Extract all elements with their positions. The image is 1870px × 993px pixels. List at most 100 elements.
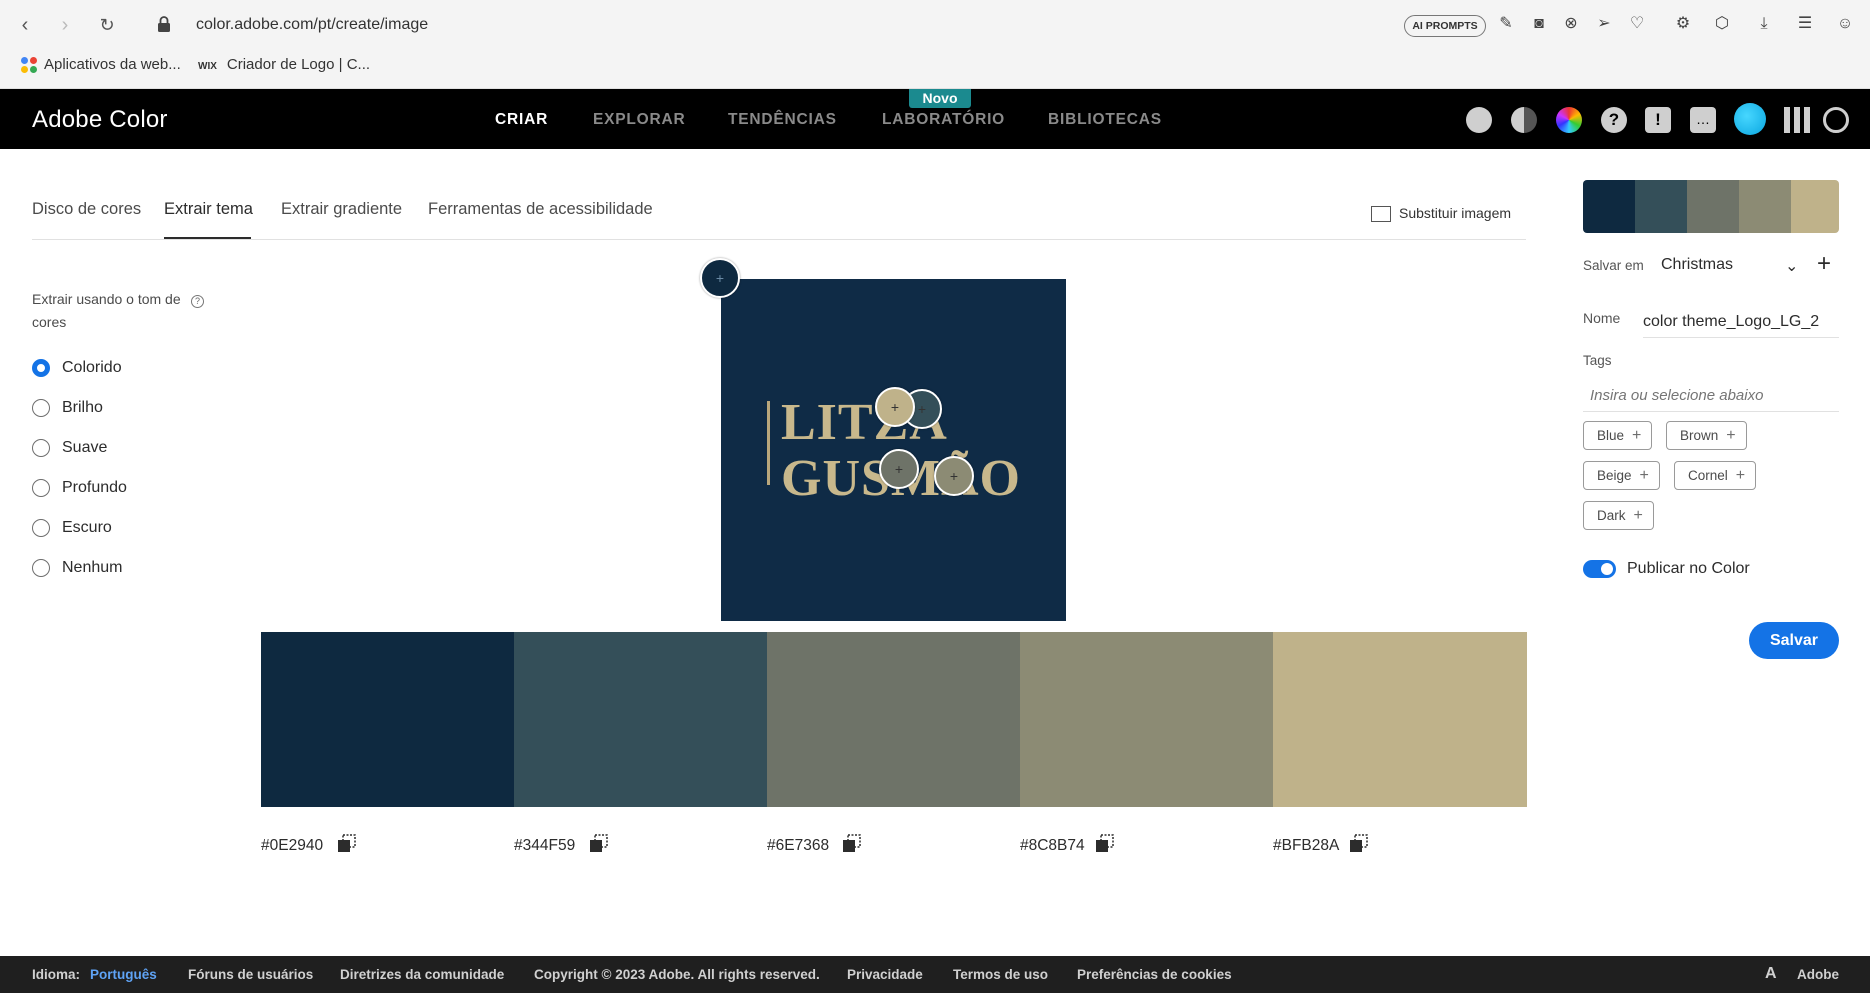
language-selector[interactable]: Português [90, 967, 157, 982]
nav-lab[interactable]: LABORATÓRIO [882, 111, 1005, 129]
camera-icon[interactable]: ◙ [1528, 13, 1550, 35]
box-icon[interactable]: ⬡ [1711, 13, 1733, 35]
radio-label-dark[interactable]: Escuro [62, 519, 112, 537]
image-icon [1371, 206, 1391, 223]
footer-link-cookies[interactable]: Preferências de cookies [1077, 967, 1232, 982]
tab-extract-gradient[interactable]: Extrair gradiente [281, 200, 402, 219]
copy-icon[interactable] [1095, 834, 1115, 854]
nav-libraries[interactable]: BIBLIOTECAS [1048, 111, 1162, 129]
send-icon[interactable]: ➢ [1593, 13, 1615, 35]
preview-swatch-2 [1635, 180, 1687, 233]
radio-deep[interactable] [32, 479, 50, 497]
color-wheel-icon[interactable] [1556, 107, 1582, 133]
tag-chip[interactable]: Dark + [1583, 501, 1654, 530]
apps-grid-icon[interactable] [1784, 107, 1810, 133]
color-picker-4[interactable]: + [934, 456, 974, 496]
radio-none[interactable] [32, 559, 50, 577]
publish-toggle[interactable] [1583, 560, 1616, 578]
radio-label-deep[interactable]: Profundo [62, 479, 127, 497]
swatch-3[interactable] [767, 632, 1020, 807]
library-select[interactable]: Christmas [1661, 256, 1733, 274]
ai-icon[interactable]: ⚙ [1672, 13, 1694, 35]
tab-extract-theme[interactable]: Extrair tema [164, 200, 253, 219]
ai-prompts-button[interactable]: AI PROMPTS [1404, 15, 1486, 37]
color-picker-3[interactable]: + [879, 449, 919, 489]
swatch-2[interactable] [514, 632, 767, 807]
help-circle-icon[interactable]: ? [1601, 107, 1627, 133]
avatar[interactable] [1734, 103, 1766, 135]
radio-label-none[interactable]: Nenhum [62, 559, 122, 577]
hex-code-2[interactable]: #344F59 [514, 837, 575, 855]
contrast-icon[interactable] [1511, 107, 1537, 133]
apps-icon [20, 56, 38, 74]
color-picker-1[interactable]: + [700, 258, 740, 298]
swatch-1[interactable] [261, 632, 514, 807]
preview-swatch-5 [1791, 180, 1839, 233]
help-icon[interactable]: ? [191, 295, 204, 308]
add-library-icon[interactable]: + [1817, 250, 1831, 278]
tab-accessibility-tools[interactable]: Ferramentas de acessibilidade [428, 200, 653, 219]
hex-code-3[interactable]: #6E7368 [767, 837, 829, 855]
plus-icon: + [1639, 467, 1649, 484]
radio-muted[interactable] [32, 439, 50, 457]
tag-chip[interactable]: Brown + [1666, 421, 1747, 450]
radio-label-muted[interactable]: Suave [62, 439, 107, 457]
replace-image-button[interactable]: Substituir imagem [1371, 205, 1511, 223]
publish-label: Publicar no Color [1627, 560, 1750, 577]
radio-colorful[interactable] [32, 359, 50, 377]
radio-label-bright[interactable]: Brilho [62, 399, 103, 417]
tag-chip[interactable]: Blue + [1583, 421, 1653, 450]
tab-color-wheel[interactable]: Disco de cores [32, 200, 141, 219]
hex-code-4[interactable]: #8C8B74 [1020, 837, 1085, 855]
download-icon[interactable]: ⤓ [1753, 13, 1775, 35]
copy-icon[interactable] [589, 834, 609, 854]
app-brand[interactable]: Adobe Color [32, 106, 168, 134]
nav-explore[interactable]: EXPLORAR [593, 111, 686, 129]
copy-icon[interactable] [842, 834, 862, 854]
swatch-5[interactable] [1273, 632, 1527, 807]
reload-icon[interactable]: ↻ [94, 12, 120, 38]
hex-code-5[interactable]: #BFB28A [1273, 837, 1339, 855]
feedback-alert-icon[interactable]: ! [1645, 107, 1671, 133]
theme-name-input[interactable] [1643, 306, 1839, 338]
swatch-4[interactable] [1020, 632, 1273, 807]
save-button[interactable]: Salvar [1749, 622, 1839, 659]
sliders-icon[interactable]: ☰ [1794, 13, 1816, 35]
chat-icon[interactable]: … [1690, 107, 1716, 133]
creative-cloud-icon[interactable] [1823, 107, 1849, 133]
copy-icon[interactable] [337, 834, 357, 854]
radio-bright[interactable] [32, 399, 50, 417]
lock-icon [158, 16, 170, 32]
forward-icon[interactable]: › [52, 12, 78, 38]
footer-link-forums[interactable]: Fóruns de usuários [188, 967, 313, 982]
edit-icon[interactable]: ✎ [1495, 13, 1517, 35]
chevron-down-icon[interactable]: ⌄ [1785, 256, 1798, 276]
star-icon[interactable] [1466, 107, 1492, 133]
bookmark-logo-maker[interactable]: WIX Criador de Logo | C... [198, 56, 370, 73]
bookmark-web-apps[interactable]: Aplicativos da web... [20, 56, 181, 74]
nav-trends[interactable]: TENDÊNCIAS [728, 111, 837, 129]
save-in-label: Salvar em [1583, 258, 1644, 273]
footer-link-privacy[interactable]: Privacidade [847, 967, 923, 982]
tags-input[interactable] [1583, 380, 1839, 412]
radio-label-colorful[interactable]: Colorido [62, 359, 122, 377]
radio-dark[interactable] [32, 519, 50, 537]
tabs-divider [32, 239, 1526, 240]
tags-label: Tags [1583, 353, 1612, 368]
hex-code-1[interactable]: #0E2940 [261, 837, 323, 855]
tag-chip[interactable]: Beige + [1583, 461, 1660, 490]
back-icon[interactable]: ‹ [12, 12, 38, 38]
address-bar[interactable]: color.adobe.com/pt/create/image [196, 16, 428, 34]
color-picker-5[interactable]: + [875, 387, 915, 427]
copy-icon[interactable] [1349, 834, 1369, 854]
heart-icon[interactable]: ♡ [1626, 13, 1648, 35]
footer-link-guidelines[interactable]: Diretrizes da comunidade [340, 967, 504, 982]
nav-create[interactable]: CRIAR [495, 111, 548, 129]
footer-adobe[interactable]: Adobe [1797, 967, 1839, 982]
tag-chip[interactable]: Cornel + [1674, 461, 1757, 490]
close-circle-icon[interactable]: ⊗ [1560, 13, 1582, 35]
profile-icon[interactable]: ☺ [1834, 13, 1856, 35]
footer-link-terms[interactable]: Termos de uso [953, 967, 1048, 982]
language-label: Idioma: [32, 967, 81, 982]
toggle-knob [1601, 563, 1613, 575]
